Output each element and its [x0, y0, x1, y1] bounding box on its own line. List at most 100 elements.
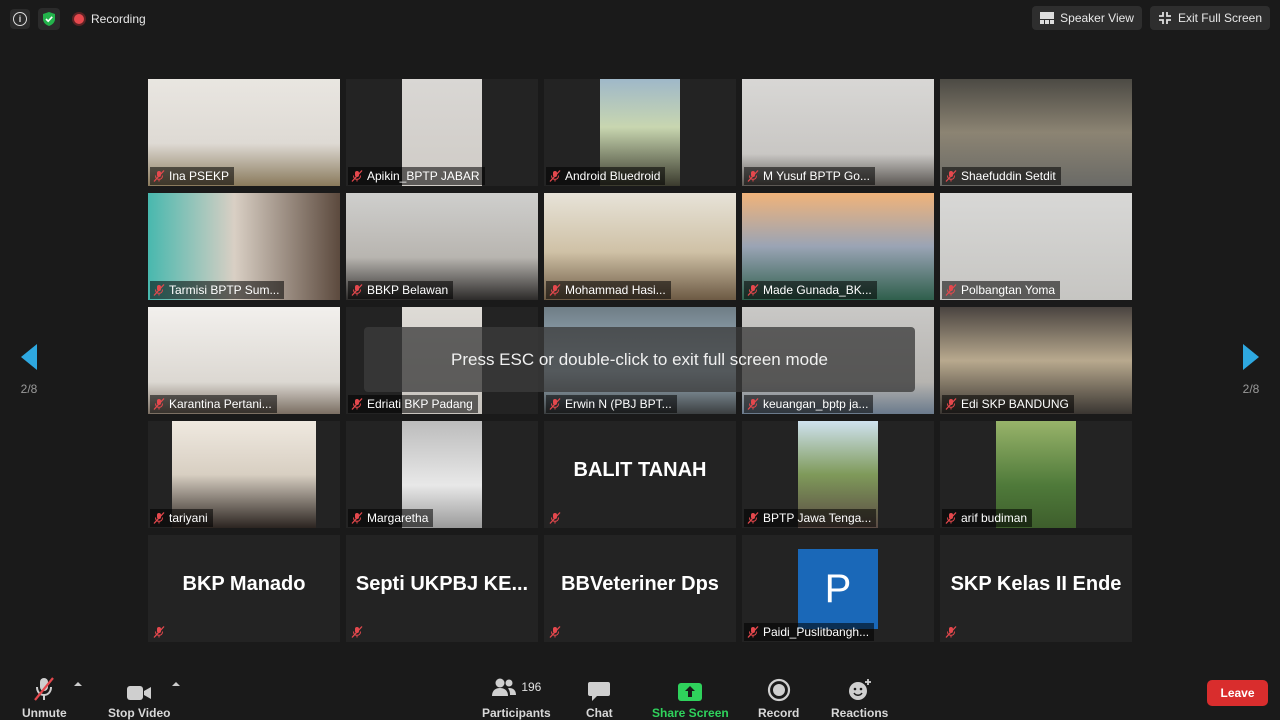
- participant-tile[interactable]: Shaefuddin Setdit: [940, 79, 1132, 186]
- participant-name-tag: Polbangtan Yoma: [942, 281, 1061, 299]
- record-label: Record: [758, 706, 800, 720]
- arrow-left-icon[interactable]: [21, 344, 37, 370]
- page-indicator-left: 2/8: [20, 382, 38, 396]
- participant-tile[interactable]: Margaretha: [346, 421, 538, 528]
- participant-name-tag: arif budiman: [942, 509, 1033, 527]
- share-screen-button[interactable]: Share Screen: [652, 672, 729, 720]
- participant-name: keuangan_bptp ja...: [763, 397, 869, 411]
- share-screen-label: Share Screen: [652, 706, 729, 720]
- participant-name: Edriati BKP Padang: [367, 397, 473, 411]
- participant-name-tag: Shaefuddin Setdit: [942, 167, 1061, 185]
- unmute-button[interactable]: Unmute: [22, 672, 67, 720]
- microphone-muted-icon: [945, 398, 957, 410]
- participant-name: Edi SKP BANDUNG: [961, 397, 1069, 411]
- participant-tile[interactable]: Apikin_BPTP JABAR: [346, 79, 538, 186]
- reactions-button[interactable]: Reactions: [831, 672, 888, 720]
- participant-name: Tarmisi BPTP Sum...: [169, 283, 280, 297]
- participant-display-name: BBVeteriner Dps: [561, 573, 719, 595]
- participant-name: Erwin N (PBJ BPT...: [565, 397, 672, 411]
- microphone-muted-icon: [153, 284, 165, 296]
- participant-name-tag: Mohammad Hasi...: [546, 281, 671, 299]
- participant-name: Margaretha: [367, 511, 429, 525]
- participant-tile[interactable]: BALIT TANAH: [544, 421, 736, 528]
- recording-indicator[interactable]: Recording: [68, 10, 152, 28]
- microphone-muted-icon: [747, 626, 759, 638]
- participant-tile[interactable]: M Yusuf BPTP Go...: [742, 79, 934, 186]
- participant-tile[interactable]: Android Bluedroid: [544, 79, 736, 186]
- share-screen-icon: [678, 683, 703, 701]
- microphone-muted-icon: [549, 398, 561, 410]
- audio-options-caret-icon[interactable]: [74, 682, 82, 686]
- participant-tile[interactable]: Tarmisi BPTP Sum...: [148, 193, 340, 300]
- exit-full-screen-button[interactable]: Exit Full Screen: [1149, 6, 1270, 30]
- participant-tile[interactable]: BKP Manado: [148, 535, 340, 642]
- avatar: P: [798, 549, 878, 629]
- participant-tile[interactable]: SKP Kelas II Ende: [940, 535, 1132, 642]
- participant-tile[interactable]: Septi UKPBJ KE...: [346, 535, 538, 642]
- participant-name: Apikin_BPTP JABAR: [367, 169, 480, 183]
- participant-name-tag: Karantina Pertani...: [150, 395, 277, 413]
- participant-tile[interactable]: BBKP Belawan: [346, 193, 538, 300]
- participant-name-tag: [348, 623, 368, 641]
- participant-name-tag: [546, 623, 566, 641]
- microphone-muted-icon: [549, 512, 561, 524]
- participant-name-tag: Android Bluedroid: [546, 167, 666, 185]
- stop-video-button[interactable]: Stop Video: [108, 672, 170, 720]
- speaker-view-button[interactable]: Speaker View: [1032, 6, 1142, 30]
- participant-tile[interactable]: Mohammad Hasi...: [544, 193, 736, 300]
- meeting-status-bar: i Recording: [10, 8, 152, 30]
- participant-display-name: BALIT TANAH: [573, 459, 707, 481]
- participant-tile[interactable]: P Paidi_Puslitbangh...: [742, 535, 934, 642]
- microphone-muted-icon: [351, 512, 363, 524]
- smiley-plus-icon: [848, 679, 871, 700]
- participants-button[interactable]: 196 Participants: [482, 672, 551, 720]
- microphone-muted-icon: [153, 398, 165, 410]
- microphone-muted-icon: [945, 512, 957, 524]
- participant-display-name: Septi UKPBJ KE...: [355, 573, 529, 595]
- microphone-muted-icon: [945, 284, 957, 296]
- participant-name: Paidi_Puslitbangh...: [763, 625, 870, 639]
- participants-icon: [492, 678, 517, 696]
- participant-name-tag: BPTP Jawa Tenga...: [744, 509, 877, 527]
- arrow-right-icon[interactable]: [1243, 344, 1259, 370]
- prev-page[interactable]: 2/8: [14, 344, 44, 396]
- video-options-caret-icon[interactable]: [172, 682, 180, 686]
- participant-name: Mohammad Hasi...: [565, 283, 666, 297]
- exit-fullscreen-icon: [1158, 12, 1171, 24]
- chat-label: Chat: [586, 706, 613, 720]
- participant-name: Polbangtan Yoma: [961, 283, 1056, 297]
- participant-name: Ina PSEKP: [169, 169, 230, 183]
- participant-tile[interactable]: Edi SKP BANDUNG: [940, 307, 1132, 414]
- participant-name: arif budiman: [961, 511, 1028, 525]
- participant-tile[interactable]: arif budiman: [940, 421, 1132, 528]
- chat-bubble-icon: [588, 682, 611, 701]
- record-icon: [767, 678, 790, 702]
- participant-tile[interactable]: Karantina Pertani...: [148, 307, 340, 414]
- next-page[interactable]: 2/8: [1236, 344, 1266, 396]
- participants-label: Participants: [482, 706, 551, 720]
- participant-name-tag: Apikin_BPTP JABAR: [348, 167, 485, 185]
- reactions-label: Reactions: [831, 706, 889, 720]
- participant-name-tag: Made Gunada_BK...: [744, 281, 877, 299]
- microphone-muted-icon: [153, 170, 165, 182]
- participant-tile[interactable]: Ina PSEKP: [148, 79, 340, 186]
- participant-name-tag: M Yusuf BPTP Go...: [744, 167, 875, 185]
- exit-full-screen-label: Exit Full Screen: [1177, 11, 1262, 25]
- shield-icon[interactable]: [38, 8, 60, 30]
- participant-name-tag: [150, 623, 170, 641]
- participants-count: 196: [521, 680, 542, 694]
- participant-tile[interactable]: tariyani: [148, 421, 340, 528]
- participant-tile[interactable]: Made Gunada_BK...: [742, 193, 934, 300]
- participant-display-name: BKP Manado: [182, 573, 306, 595]
- record-button[interactable]: Record: [758, 672, 799, 720]
- info-icon[interactable]: i: [10, 9, 30, 29]
- participant-name: Made Gunada_BK...: [763, 283, 872, 297]
- participant-tile[interactable]: Polbangtan Yoma: [940, 193, 1132, 300]
- chat-button[interactable]: Chat: [586, 672, 613, 720]
- participant-name: tariyani: [169, 511, 208, 525]
- participant-tile[interactable]: BBVeteriner Dps: [544, 535, 736, 642]
- leave-button[interactable]: Leave: [1207, 680, 1268, 706]
- speaker-view-label: Speaker View: [1060, 11, 1134, 25]
- participant-tile[interactable]: BPTP Jawa Tenga...: [742, 421, 934, 528]
- participant-name: BPTP Jawa Tenga...: [763, 511, 872, 525]
